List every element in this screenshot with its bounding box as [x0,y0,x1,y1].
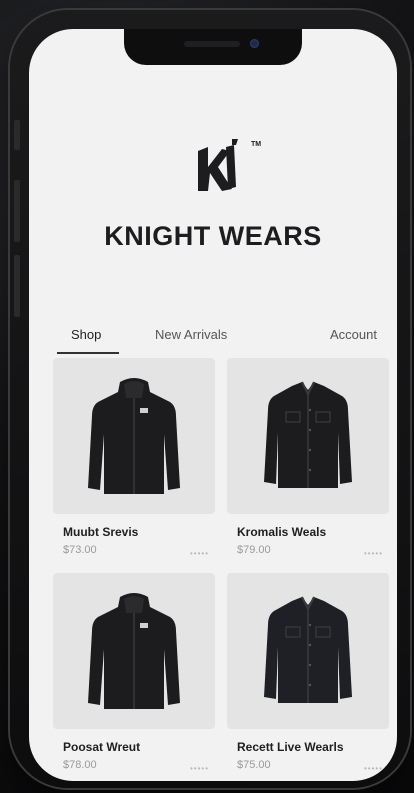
denim-jacket-icon [264,381,352,488]
product-name: Muubt Srevis [63,525,139,539]
silent-switch [14,120,20,150]
trademark-mark: TM [251,141,262,148]
product-price: $75.00 [237,759,271,771]
tab-account[interactable]: Account [330,327,377,342]
tab-new-arrivals[interactable]: New Arrivals [155,327,227,342]
tab-shop[interactable]: Shop [71,327,101,342]
app-screen: TM KNIGHT WEARS Shop New Arrivals Accoun… [29,29,397,781]
product-image [227,358,389,514]
hooded-jacket-icon [88,378,180,494]
hooded-jacket-icon [88,593,180,709]
product-image [227,573,389,729]
product-rating: ••••• [189,549,209,558]
product-price: $73.00 [63,544,97,556]
product-rating: ••••• [189,764,209,773]
product-rating: ••••• [363,764,383,773]
product-name: Poosat Wreut [63,740,141,754]
product-price: $78.00 [63,759,97,771]
product-rating: ••••• [363,549,383,558]
product-name: Kromalis Weals [237,525,327,539]
background: TM KNIGHT WEARS Shop New Arrivals Accoun… [0,0,414,793]
earpiece-speaker [184,41,240,47]
brand-title: KNIGHT WEARS [104,221,322,251]
product-name: Recett Live Wearls [237,740,344,754]
active-tab-indicator [57,352,119,354]
product-price: $79.00 [237,544,271,556]
volume-up-button [14,180,20,242]
front-camera [250,39,259,48]
denim-jacket-icon [264,596,352,703]
product-image [53,358,215,514]
knight-wears-logo-icon[interactable] [192,137,248,199]
product-image [53,573,215,729]
notch [124,29,302,65]
phone-frame: TM KNIGHT WEARS Shop New Arrivals Accoun… [10,10,410,788]
volume-down-button [14,255,20,317]
